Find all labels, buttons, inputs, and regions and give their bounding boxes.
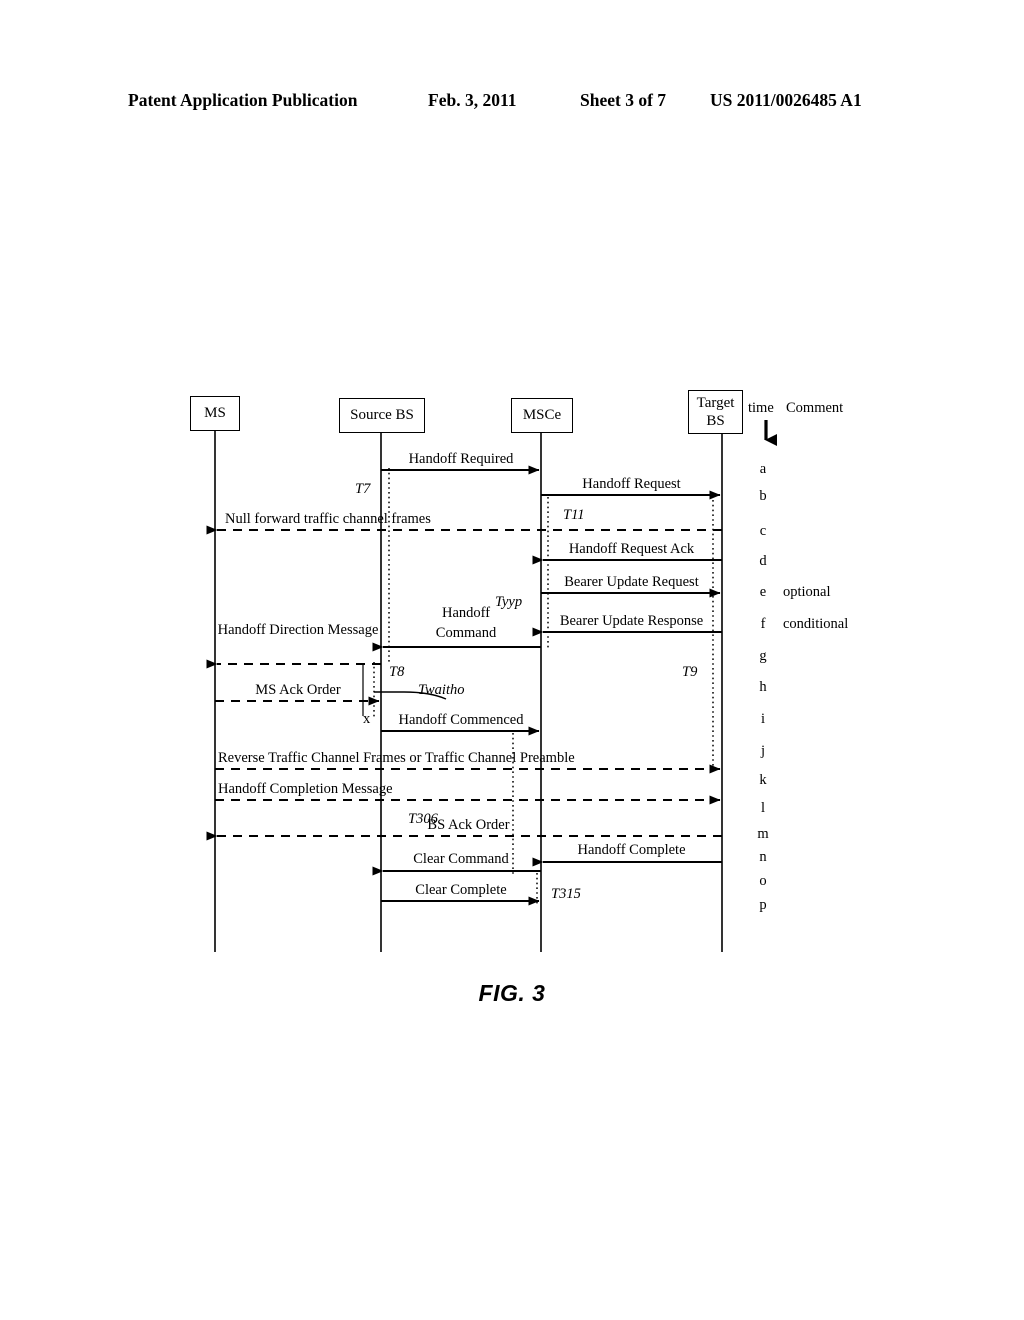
timer-label-t7: T7 (355, 481, 371, 497)
entity-box-source-bs: Source BS (339, 398, 425, 433)
time-label-p: p (759, 897, 767, 913)
message-label-l: BS Ack Order (427, 817, 510, 833)
comment-f: conditional (783, 616, 849, 632)
timer-label-t11: T11 (563, 507, 585, 523)
time-label-b: b (759, 488, 767, 504)
message-label-k: Handoff Completion Message (218, 781, 393, 797)
message-label-n: Clear Command (413, 851, 509, 867)
timer-label-t315: T315 (551, 886, 581, 902)
entity-label-ms: MS (204, 405, 226, 421)
message-label-o: Clear Complete (415, 882, 507, 898)
comment-e: optional (783, 584, 831, 600)
timer-label-twaitho: Twaitho (418, 682, 465, 698)
time-label-k: k (759, 772, 767, 788)
timer-label-t306: T306 (408, 811, 438, 827)
time-label-c: c (759, 523, 767, 539)
marker-x-marker: x (363, 711, 371, 727)
message-label-g: Handoff Direction Message (217, 622, 379, 638)
comment-column-header: Comment (786, 400, 844, 416)
timer-label-tyyp: Tyyp (495, 594, 523, 610)
time-label-e: e (759, 584, 767, 600)
timer-label-t9: T9 (682, 664, 698, 680)
time-label-a: a (759, 461, 767, 477)
time-label-n: n (759, 849, 767, 865)
entity-label-source-bs: Source BS (350, 407, 414, 423)
message-label-b: Handoff Request (582, 476, 681, 492)
timer-label-t8: T8 (389, 664, 405, 680)
time-label-g: g (759, 648, 767, 664)
message-label-i: Handoff Commenced (398, 712, 524, 728)
time-label-h: h (759, 679, 767, 695)
time-label-d: d (759, 553, 767, 569)
figure-caption: FIG. 3 (478, 980, 546, 1006)
time-label-l: l (760, 800, 766, 816)
sequence-diagram: MS Source BS MSCe Target BS time Comment… (0, 0, 1024, 1320)
entity-box-target-bs: Target BS (688, 390, 743, 434)
entity-box-ms: MS (190, 396, 240, 431)
time-label-j: j (760, 743, 766, 759)
time-label-m: m (757, 826, 769, 842)
time-label-f: f (760, 616, 766, 632)
message-label-h: MS Ack Order (255, 682, 341, 698)
time-column-header: time (748, 400, 774, 416)
time-label-o: o (759, 873, 767, 889)
entity-label-target-bs-line2: BS (706, 413, 725, 429)
diagram-canvas (206, 420, 777, 952)
entity-label-target-bs-line1: Target (696, 395, 735, 411)
entity-box-msce: MSCe (511, 398, 573, 433)
message-label-d: Handoff Request Ack (568, 541, 695, 557)
message-label-a: Handoff Required (408, 451, 514, 467)
entity-label-msce: MSCe (522, 407, 562, 423)
entity-label-target-bs: Target BS (689, 391, 742, 433)
time-label-i: i (760, 711, 766, 727)
message-label-j: Reverse Traffic Channel Frames or Traffi… (218, 750, 575, 766)
